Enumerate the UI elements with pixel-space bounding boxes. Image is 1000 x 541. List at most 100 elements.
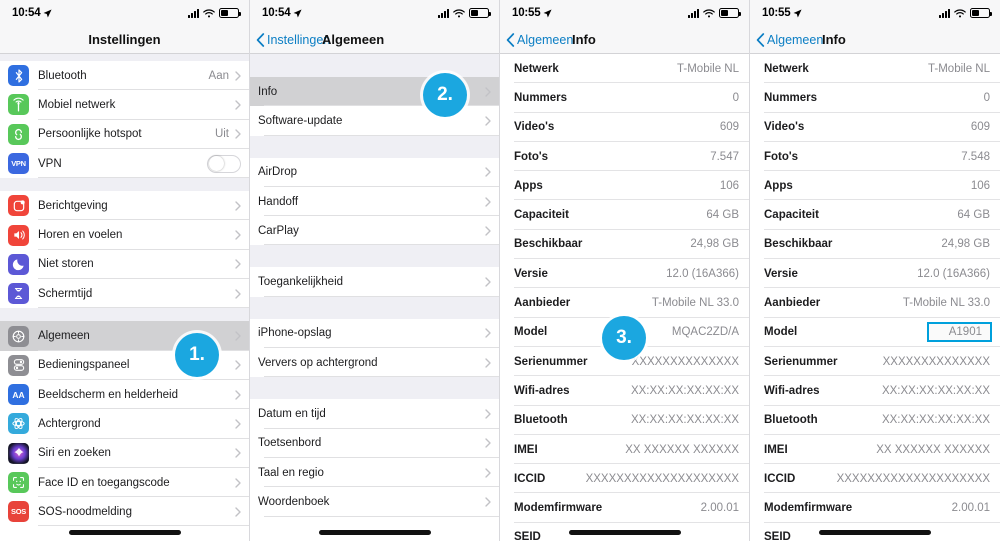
settings-row[interactable]: Software-update xyxy=(250,106,499,136)
vpn-toggle[interactable] xyxy=(207,154,241,173)
chevron-right-icon xyxy=(235,129,241,139)
info-row[interactable]: Apps 106 xyxy=(750,171,1000,201)
settings-row[interactable]: Ververs op achtergrond xyxy=(250,348,499,378)
info-row[interactable]: Apps 106 xyxy=(500,171,749,201)
settings-row[interactable]: Datum en tijd xyxy=(250,399,499,429)
info-value: 64 GB xyxy=(957,209,990,222)
settings-row[interactable]: Niet storen xyxy=(0,249,249,280)
settings-row[interactable]: Woordenboek xyxy=(250,487,499,517)
info-row[interactable]: Netwerk T-Mobile NL xyxy=(750,54,1000,84)
status-left: 10:55 xyxy=(512,7,552,19)
settings-row[interactable]: Handoff xyxy=(250,186,499,217)
info-row[interactable]: Wifi-adres XX:XX:XX:XX:XX:XX xyxy=(500,376,749,406)
settings-row[interactable]: Mobiel netwerk xyxy=(0,90,249,120)
phone-screen-info-after: 10:55 Algemeen Info Netwerk T-Mobile NL Numme… xyxy=(750,0,1000,541)
info-row[interactable]: ICCID XXXXXXXXXXXXXXXXXXXX xyxy=(500,464,749,494)
settings-row[interactable]: Toegankelijkheid xyxy=(250,267,499,297)
nav-back-button[interactable]: Algemeen xyxy=(500,33,573,47)
chevron-left-icon xyxy=(756,32,765,47)
info-key: Apps xyxy=(764,179,793,192)
info-value: 24,98 GB xyxy=(941,238,990,251)
step-badge: 2. xyxy=(423,73,467,117)
info-key: Modemfirmware xyxy=(764,502,853,515)
settings-row[interactable]: AirDrop xyxy=(250,157,499,187)
info-row[interactable]: Aanbieder T-Mobile NL 33.0 xyxy=(500,288,749,318)
info-row[interactable]: Bluetooth XX:XX:XX:XX:XX:XX xyxy=(500,405,749,435)
info-row[interactable]: Foto's 7.547 xyxy=(500,141,749,172)
info-row[interactable]: Netwerk T-Mobile NL xyxy=(500,54,749,84)
info-value: XX:XX:XX:XX:XX:XX xyxy=(630,384,739,397)
settings-row[interactable]: Horen en voelen xyxy=(0,220,249,250)
settings-row[interactable]: Persoonlijke hotspot Uit xyxy=(0,119,249,149)
info-value: 106 xyxy=(970,179,990,192)
info-row[interactable]: Model A1901 xyxy=(750,317,1000,347)
settings-row[interactable]: Taal en regio xyxy=(250,457,499,488)
info-row[interactable]: Beschikbaar 24,98 GB xyxy=(500,229,749,260)
info-value: 24,98 GB xyxy=(690,238,739,251)
info-row[interactable]: IMEI XX XXXXXX XXXXXX xyxy=(500,434,749,465)
status-time: 10:55 xyxy=(762,7,791,19)
group-separator xyxy=(250,135,499,158)
info-value: 12.0 (16A366) xyxy=(917,267,990,280)
location-arrow-icon xyxy=(793,8,802,17)
nav-back-button[interactable]: Algemeen xyxy=(750,33,823,47)
info-key: Apps xyxy=(514,179,543,192)
info-row[interactable]: Aanbieder T-Mobile NL 33.0 xyxy=(750,288,1000,318)
info-row[interactable]: Video's 609 xyxy=(500,112,749,142)
info-row[interactable]: IMEI XX XXXXXX XXXXXX xyxy=(750,434,1000,465)
info-value: T-Mobile NL 33.0 xyxy=(651,297,739,310)
info-row[interactable]: Foto's 7.548 xyxy=(750,141,1000,172)
settings-row[interactable]: Face ID en toegangscode xyxy=(0,467,249,498)
info-row[interactable]: Wifi-adres XX:XX:XX:XX:XX:XX xyxy=(750,376,1000,406)
nav-back-button[interactable]: Instellingen xyxy=(250,33,330,47)
info-row[interactable]: Capaciteit 64 GB xyxy=(500,200,749,230)
row-label: Mobiel netwerk xyxy=(38,98,116,111)
info-value: XXXXXXXXXXXXXX xyxy=(882,355,990,368)
info-row[interactable]: ICCID XXXXXXXXXXXXXXXXXXXX xyxy=(750,464,1000,494)
bluetooth-icon xyxy=(8,65,29,87)
settings-row[interactable]: CarPlay xyxy=(250,216,499,246)
row-label: Ververs op achtergrond xyxy=(258,356,378,369)
info-row[interactable]: Video's 609 xyxy=(750,112,1000,142)
info-value: 7.548 xyxy=(961,150,990,163)
info-row[interactable]: Capaciteit 64 GB xyxy=(750,200,1000,230)
info-value: 609 xyxy=(719,121,739,134)
settings-row[interactable]: Schermtijd xyxy=(0,279,249,309)
settings-row[interactable]: Toetsenbord xyxy=(250,428,499,458)
row-value: Uit xyxy=(214,128,229,141)
info-row[interactable]: Beschikbaar 24,98 GB xyxy=(750,229,1000,260)
info-row[interactable]: Versie 12.0 (16A366) xyxy=(500,259,749,289)
settings-row[interactable]: AA Beeldscherm en helderheid xyxy=(0,379,249,410)
info-row[interactable]: Nummers 0 xyxy=(500,83,749,113)
settings-row[interactable]: Berichtgeving xyxy=(0,191,249,221)
screen-time-icon xyxy=(8,283,29,305)
info-row[interactable]: Modemfirmware 2.00.01 xyxy=(750,493,1000,523)
phone-screen-general: 10:54 Instellingen Algemeen Info Software-up… xyxy=(250,0,500,541)
nav-bar: Instellingen Algemeen xyxy=(250,26,499,54)
info-row[interactable]: Modemfirmware 2.00.01 xyxy=(500,493,749,523)
info-row[interactable]: Serienummer XXXXXXXXXXXXXX xyxy=(750,346,1000,377)
info-key: Aanbieder xyxy=(764,297,821,310)
status-bar: 10:54 xyxy=(250,0,499,26)
row-label: Toegankelijkheid xyxy=(258,276,344,289)
battery-icon xyxy=(719,8,741,18)
chevron-right-icon xyxy=(235,360,241,371)
settings-row[interactable]: VPN VPN xyxy=(0,148,249,179)
settings-row[interactable]: Achtergrond xyxy=(0,409,249,439)
row-label: Berichtgeving xyxy=(38,199,108,212)
info-row[interactable]: Bluetooth XX:XX:XX:XX:XX:XX xyxy=(750,405,1000,435)
settings-row[interactable]: SOS SOS-noodmelding xyxy=(0,497,249,527)
nav-bar: Algemeen Info xyxy=(500,26,749,54)
info-key: Netwerk xyxy=(514,62,559,75)
info-row[interactable]: Nummers 0 xyxy=(750,83,1000,113)
cellular-signal-icon xyxy=(688,8,699,18)
row-label: Software-update xyxy=(258,114,343,127)
settings-row[interactable]: iPhone-opslag xyxy=(250,318,499,349)
row-value: Aan xyxy=(208,69,229,82)
settings-row[interactable]: Bluetooth Aan xyxy=(0,61,249,91)
settings-row[interactable]: Siri en zoeken xyxy=(0,438,249,468)
info-key: ICCID xyxy=(764,472,796,485)
info-key: Model xyxy=(764,326,798,339)
info-row[interactable]: Versie 12.0 (16A366) xyxy=(750,259,1000,289)
chevron-right-icon xyxy=(235,230,241,240)
